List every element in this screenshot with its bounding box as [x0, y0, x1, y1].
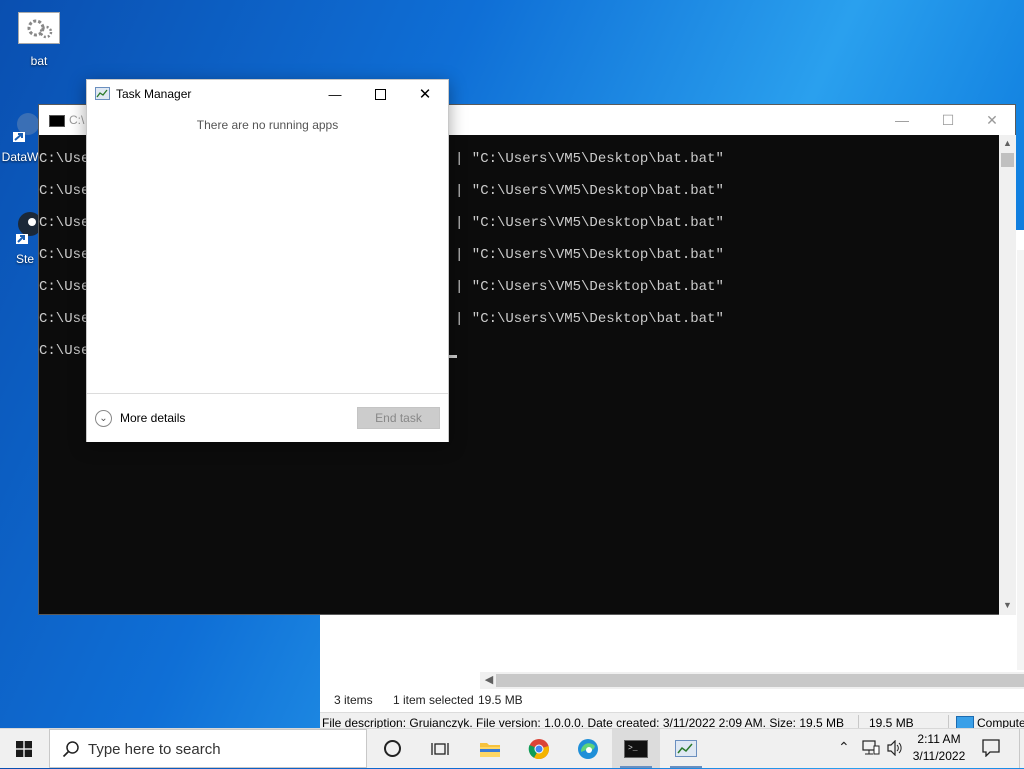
task-view-icon: [431, 742, 449, 755]
taskbar-command-prompt[interactable]: >_: [612, 729, 660, 768]
status-selected-size: 19.5 MB: [478, 693, 523, 707]
cmd-title: C:\: [69, 113, 85, 127]
cortana-button[interactable]: [368, 729, 416, 768]
chevron-down-icon: ⌄: [95, 410, 112, 427]
task-manager-title-bar[interactable]: Task Manager — ✕: [87, 80, 448, 109]
notifications-icon[interactable]: [982, 739, 1000, 760]
folder-icon: [480, 742, 500, 757]
cmd-line-right: | "C:\Users\VM5\Desktop\bat.bat": [455, 183, 724, 199]
cortana-icon: [383, 740, 401, 757]
desktop-icon-label: DataW: [1, 150, 39, 164]
status-selected: 1 item selected: [393, 693, 474, 707]
task-manager-window[interactable]: Task Manager — ✕ There are no running ap…: [86, 79, 449, 442]
horizontal-scrollbar[interactable]: ◀: [480, 672, 1024, 689]
cmd-line-right: | "C:\Users\VM5\Desktop\bat.bat": [455, 215, 724, 231]
window-title: Task Manager: [116, 87, 192, 101]
search-box[interactable]: Type here to search: [49, 729, 367, 768]
end-task-button[interactable]: End task: [357, 407, 440, 429]
task-manager-footer: ⌄ More details End task: [87, 393, 448, 442]
more-details-label: More details: [120, 411, 186, 425]
desktop-icon-bat[interactable]: bat: [14, 12, 64, 68]
cmd-line-left: C:\Use: [39, 343, 90, 359]
task-view-button[interactable]: [416, 729, 464, 768]
minimize-button[interactable]: —: [879, 105, 925, 135]
cmd-line-left: C:\Use: [39, 215, 90, 231]
scrollbar-thumb[interactable]: [496, 674, 1024, 687]
cmd-line-right: | "C:\Users\VM5\Desktop\bat.bat": [455, 151, 724, 167]
app-icon: [12, 108, 39, 142]
cmd-icon: [49, 115, 65, 127]
cmd-line-left: C:\Use: [39, 311, 90, 327]
minimize-button[interactable]: —: [312, 80, 358, 109]
desktop-icon-steam[interactable]: Ste: [8, 206, 42, 266]
clock-time: 2:11 AM: [917, 732, 961, 746]
desktop-icon-label: Ste: [15, 252, 34, 266]
cmd-line-right: | "C:\Users\VM5\Desktop\bat.bat": [455, 279, 724, 295]
show-hidden-icons-chevron-icon[interactable]: ⌃: [838, 739, 850, 756]
no-apps-message: There are no running apps: [196, 118, 339, 132]
search-icon: [62, 740, 80, 761]
cmd-line-left: C:\Use: [39, 151, 90, 167]
task-manager-icon: [95, 87, 110, 101]
clock-date: 3/11/2022: [912, 749, 966, 763]
status-items-count: 3 items: [334, 693, 373, 707]
start-button[interactable]: [0, 729, 48, 768]
taskbar: Type here to search >_ ⌃ 2:11 AM 3/11/20…: [0, 728, 1024, 768]
cmd-line-right: | "C:\Users\VM5\Desktop\bat.bat": [455, 311, 724, 327]
maximize-button[interactable]: [357, 80, 403, 109]
scroll-left-icon[interactable]: ◀: [482, 672, 496, 689]
taskbar-file-explorer[interactable]: [466, 729, 514, 768]
task-manager-icon: [675, 739, 697, 757]
batch-file-icon: [18, 12, 60, 44]
windows-icon: [16, 740, 32, 757]
terminal-icon: >_: [624, 739, 648, 758]
cmd-line-right: | "C:\Users\VM5\Desktop\bat.bat": [455, 247, 724, 263]
cmd-line-left: C:\Use: [39, 279, 90, 295]
volume-icon[interactable]: [886, 739, 904, 759]
cmd-line-left: C:\Use: [39, 183, 90, 199]
scroll-down-icon[interactable]: ▼: [999, 597, 1016, 613]
taskbar-chrome[interactable]: [515, 729, 563, 768]
close-button[interactable]: ✕: [969, 105, 1015, 135]
network-icon[interactable]: [862, 740, 880, 759]
scroll-up-icon[interactable]: ▲: [999, 135, 1016, 151]
steam-icon: [10, 206, 42, 246]
search-placeholder: Type here to search: [88, 741, 221, 758]
chrome-icon: [528, 738, 549, 759]
system-clock[interactable]: 2:11 AM 3/11/2022: [905, 731, 973, 765]
explorer-right-edge: [1017, 250, 1024, 670]
more-details-button[interactable]: ⌄ More details: [95, 408, 185, 428]
show-desktop-button[interactable]: [1019, 729, 1024, 768]
desktop-icon-label: bat: [30, 54, 48, 68]
cmd-line-left: C:\Use: [39, 247, 90, 263]
taskbar-task-manager[interactable]: [662, 729, 710, 768]
vertical-scrollbar[interactable]: ▲ ▼: [999, 135, 1016, 615]
taskbar-edge[interactable]: [564, 729, 612, 768]
text-cursor: [449, 355, 457, 358]
maximize-button[interactable]: ☐: [925, 105, 971, 135]
scrollbar-thumb[interactable]: [1001, 153, 1014, 167]
desktop-icon-datawrangler[interactable]: DataW: [0, 108, 40, 164]
edge-icon: [578, 738, 598, 759]
close-button[interactable]: ✕: [402, 80, 448, 109]
